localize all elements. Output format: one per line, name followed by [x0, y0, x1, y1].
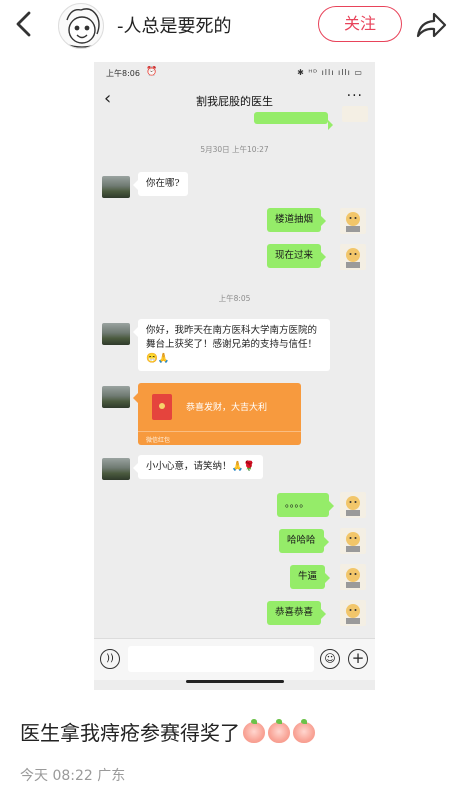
alarm-clock-icon: ⏰: [146, 67, 158, 77]
chat-bubble: 你在哪?: [133, 172, 188, 196]
top-bar: -人总是要死的 关注: [0, 0, 469, 52]
red-packet-greeting: 恭喜发财，大吉大利: [186, 403, 268, 413]
chat-bubble: 牛逼: [290, 565, 331, 589]
red-packet-card[interactable]: 恭喜发财，大吉大利 微信红包: [133, 383, 301, 445]
status-time: 上午8:06: [106, 69, 140, 78]
more-dots-icon: ···: [346, 88, 363, 104]
contact-avatar-cat-icon: [340, 564, 366, 590]
chat-bubble: 现在过来: [267, 244, 327, 268]
chat-bubble-partial: [254, 112, 333, 130]
post-meta: 今天 08:22 广东: [20, 768, 126, 784]
chat-screenshot-image[interactable]: 上午8:06 ⏰ ✱ ᴴᴰ ıllı ıllı ▭ ‹ 割我屁股的医生 ··· …: [94, 62, 375, 690]
chat-text-field: [128, 646, 314, 672]
red-packet-label: 微信红包: [138, 431, 301, 445]
contact-avatar-cat-icon: [342, 106, 368, 122]
home-indicator: [186, 680, 284, 683]
share-button[interactable]: [414, 10, 448, 40]
follow-button[interactable]: 关注: [318, 6, 402, 42]
chat-bubble: 恭喜恭喜: [267, 601, 327, 625]
chat-timestamp: 上午8:05: [218, 294, 251, 303]
post-caption: 医生拿我痔疮参赛得奖了: [20, 717, 315, 746]
cartoon-face-icon: [64, 8, 100, 48]
chat-bubble: 楼道抽烟: [267, 208, 327, 232]
phone-status-bar: 上午8:06 ⏰ ✱ ᴴᴰ ıllı ıllı ▭: [94, 62, 375, 84]
back-button[interactable]: [14, 10, 42, 40]
plus-circle-icon: +: [348, 649, 368, 669]
peach-icon: [243, 719, 265, 743]
emoji-icon: ☺: [320, 649, 340, 669]
chat-bubble: 哈哈哈: [279, 529, 328, 553]
contact-avatar-cat-icon: [340, 244, 366, 270]
voice-icon: )): [100, 649, 120, 669]
chevron-left-icon: [16, 11, 31, 37]
author-avatar[interactable]: [58, 3, 104, 49]
chat-bubble: 。。。。: [277, 493, 334, 517]
chat-header: ‹ 割我屁股的医生 ···: [94, 84, 375, 116]
chat-input-bar: )) ☺ +: [94, 638, 375, 680]
contact-avatar: [102, 458, 130, 480]
post-caption-text: 医生拿我痔疮参赛得奖了: [20, 721, 240, 745]
contact-avatar-cat-icon: [340, 528, 366, 554]
peach-icon: [268, 719, 290, 743]
author-name[interactable]: -人总是要死的: [117, 12, 232, 38]
chat-timestamp: 5月30日 上午10:27: [200, 145, 269, 154]
chat-title: 割我屁股的医生: [196, 95, 273, 108]
share-arrow-icon: [416, 12, 447, 38]
status-icons: ✱ ᴴᴰ ıllı ıllı ▭: [297, 68, 363, 77]
chat-bubble: 你好，我昨天在南方医科大学南方医院的舞台上获奖了！感谢兄弟的支持与信任！😁🙏: [133, 319, 330, 371]
contact-avatar-cat-icon: [340, 208, 366, 234]
contact-avatar: [102, 176, 130, 198]
contact-avatar: [102, 386, 130, 408]
chat-bubble: 小小心意，请笑纳！🙏🌹: [132, 455, 264, 479]
peach-icon: [293, 719, 315, 743]
contact-avatar: [102, 323, 130, 345]
red-envelope-icon: [152, 394, 172, 420]
contact-avatar-cat-icon: [340, 492, 366, 518]
contact-avatar-cat-icon: [340, 600, 366, 626]
